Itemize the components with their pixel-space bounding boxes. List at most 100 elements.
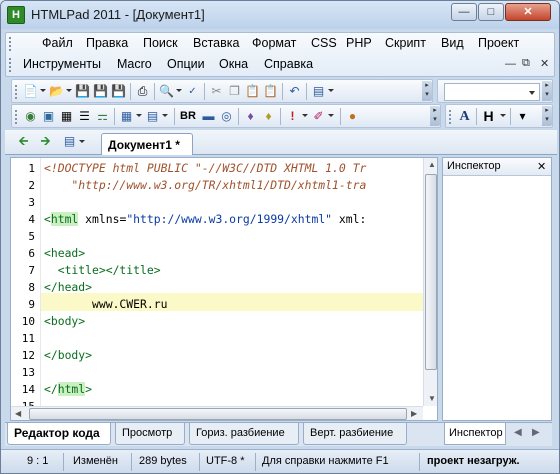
- code-line[interactable]: <html xmlns="http://www.w3.org/1999/xhtm…: [44, 211, 366, 228]
- undo-icon[interactable]: ↶: [286, 83, 303, 100]
- insert-object-icon[interactable]: ◉: [22, 108, 39, 125]
- scroll-left-icon[interactable]: ◀: [15, 409, 21, 418]
- heading-dropdown-icon[interactable]: [500, 114, 506, 117]
- menu-file[interactable]: Файл: [42, 36, 73, 50]
- menu-search[interactable]: Поиск: [143, 36, 178, 50]
- save-icon[interactable]: 💾: [74, 83, 91, 100]
- tab-document1[interactable]: Документ1 *: [101, 133, 193, 155]
- tab-horizontal-split[interactable]: Гориз. разбиение: [189, 423, 299, 445]
- close-document-icon[interactable]: 💾: [110, 83, 127, 100]
- document-list-dropdown-icon[interactable]: [79, 140, 85, 143]
- line-break-button[interactable]: BR: [178, 108, 198, 125]
- font-button[interactable]: A: [456, 108, 473, 125]
- menu-project[interactable]: Проект: [478, 36, 519, 50]
- menu-grip-handle[interactable]: [9, 37, 13, 51]
- tab-inspector[interactable]: Инспектор: [444, 423, 506, 445]
- code-line[interactable]: <!DOCTYPE html PUBLIC "-//W3C//DTD XHTML…: [44, 160, 366, 177]
- preview-icon[interactable]: 🔍: [158, 83, 175, 100]
- insert-image-icon[interactable]: ▣: [40, 108, 57, 125]
- scroll-down-icon[interactable]: ▼: [428, 394, 436, 403]
- paste-icon[interactable]: 📋: [244, 83, 261, 100]
- menu-help[interactable]: Справка: [264, 57, 313, 71]
- horizontal-scroll-thumb[interactable]: [29, 408, 407, 420]
- open-folder-icon[interactable]: 📂: [48, 83, 65, 100]
- vertical-scroll-thumb[interactable]: [425, 174, 437, 370]
- anchor-icon[interactable]: ◎: [218, 108, 235, 125]
- code-line[interactable]: www.CWER.ru: [44, 296, 167, 313]
- code-line[interactable]: <title></title>: [44, 262, 161, 279]
- toolbar-options-icon[interactable]: ▸ ▾: [542, 106, 552, 126]
- tab-code-editor[interactable]: Редактор кода: [7, 423, 111, 445]
- code-line[interactable]: </head>: [44, 279, 92, 296]
- document-list-icon[interactable]: ▤: [61, 133, 78, 150]
- menu-edit[interactable]: Правка: [86, 36, 128, 50]
- table-dropdown-icon[interactable]: [136, 114, 142, 117]
- mdi-restore-icon[interactable]: ⧉: [522, 57, 530, 70]
- tab-scroll-right-icon[interactable]: ▶: [532, 427, 540, 438]
- table-icon[interactable]: ▦: [118, 108, 135, 125]
- minimize-button[interactable]: —: [451, 3, 477, 21]
- preview-dropdown-icon[interactable]: [176, 89, 182, 92]
- toolbar-grip[interactable]: [15, 110, 18, 124]
- tag-edit-icon[interactable]: ♦: [260, 108, 277, 125]
- encoding-indicator[interactable]: UTF-8 *: [206, 455, 245, 467]
- tag-icon[interactable]: ♦: [242, 108, 259, 125]
- code-line[interactable]: </body>: [44, 347, 92, 364]
- toolbar-options-icon[interactable]: ▸ ▾: [542, 81, 552, 101]
- horizontal-rule-icon[interactable]: ▬: [200, 108, 217, 125]
- code-line[interactable]: <head>: [44, 245, 85, 262]
- brush-icon[interactable]: ✐: [310, 108, 327, 125]
- toolbar-grip[interactable]: [15, 85, 18, 99]
- menu-view[interactable]: Вид: [441, 36, 464, 50]
- menu-insert[interactable]: Вставка: [193, 36, 239, 50]
- app-icon[interactable]: H: [7, 6, 25, 24]
- scroll-right-icon[interactable]: ▶: [411, 409, 417, 418]
- menu-options[interactable]: Опции: [167, 57, 205, 71]
- horizontal-scrollbar[interactable]: ◀ ▶: [11, 406, 423, 420]
- menu-macro[interactable]: Macro: [117, 57, 152, 71]
- toolbar-options-icon[interactable]: ▸ ▾: [422, 81, 432, 101]
- scroll-up-icon[interactable]: ▲: [428, 160, 436, 169]
- new-dropdown-icon[interactable]: [40, 89, 46, 92]
- toolbar-options-icon[interactable]: ▸ ▾: [430, 106, 440, 126]
- tab-vertical-split[interactable]: Верт. разбиение: [303, 423, 407, 445]
- more-toolbar-icon[interactable]: ▾: [514, 108, 531, 125]
- paste-special-icon[interactable]: 📋: [262, 83, 279, 100]
- tab-scroll-left-icon[interactable]: ◀: [514, 427, 522, 438]
- tab-preview[interactable]: Просмотр: [115, 423, 185, 445]
- inspector-close-icon[interactable]: ✕: [537, 160, 546, 173]
- toolbar-grip[interactable]: [449, 110, 452, 124]
- form-dropdown-icon[interactable]: [162, 114, 168, 117]
- mdi-minimize-icon[interactable]: —: [505, 58, 516, 70]
- menu-tools[interactable]: Инструменты: [23, 57, 101, 71]
- cut-icon[interactable]: ✂: [208, 83, 225, 100]
- vertical-scrollbar[interactable]: ▲ ▼: [423, 158, 437, 406]
- print-icon[interactable]: ⎙: [134, 83, 151, 100]
- exclamation-icon[interactable]: !: [284, 108, 301, 125]
- maximize-button[interactable]: □: [478, 3, 504, 21]
- insert-table-icon[interactable]: ▦: [58, 108, 75, 125]
- menu-format[interactable]: Формат: [252, 36, 296, 50]
- layout-dropdown-icon[interactable]: [328, 89, 334, 92]
- layout-icon[interactable]: ▤: [310, 83, 327, 100]
- menu-grip-handle[interactable]: [9, 58, 13, 72]
- back-arrow-icon[interactable]: 🡨: [15, 133, 32, 150]
- code-line[interactable]: <body>: [44, 313, 85, 330]
- mdi-close-icon[interactable]: ✕: [540, 57, 549, 70]
- forward-arrow-icon[interactable]: 🡪: [37, 133, 54, 150]
- open-dropdown-icon[interactable]: [66, 89, 72, 92]
- insert-form-icon[interactable]: ⚎: [94, 108, 111, 125]
- form-icon[interactable]: ▤: [144, 108, 161, 125]
- copy-icon[interactable]: ❐: [226, 83, 243, 100]
- heading-button[interactable]: H: [480, 108, 497, 125]
- spellcheck-icon[interactable]: ✓: [184, 83, 201, 100]
- code-line[interactable]: "http://www.w3.org/TR/xhtml1/DTD/xhtml1-…: [44, 177, 366, 194]
- insert-list-icon[interactable]: ☰: [76, 108, 93, 125]
- menu-windows[interactable]: Окна: [219, 57, 248, 71]
- brush-dropdown-icon[interactable]: [328, 114, 334, 117]
- code-line[interactable]: </html>: [44, 381, 92, 398]
- menu-css[interactable]: CSS: [311, 36, 337, 50]
- color-palette-icon[interactable]: ●: [344, 108, 361, 125]
- close-button[interactable]: ✕: [505, 3, 551, 21]
- menu-script[interactable]: Скрипт: [385, 36, 426, 50]
